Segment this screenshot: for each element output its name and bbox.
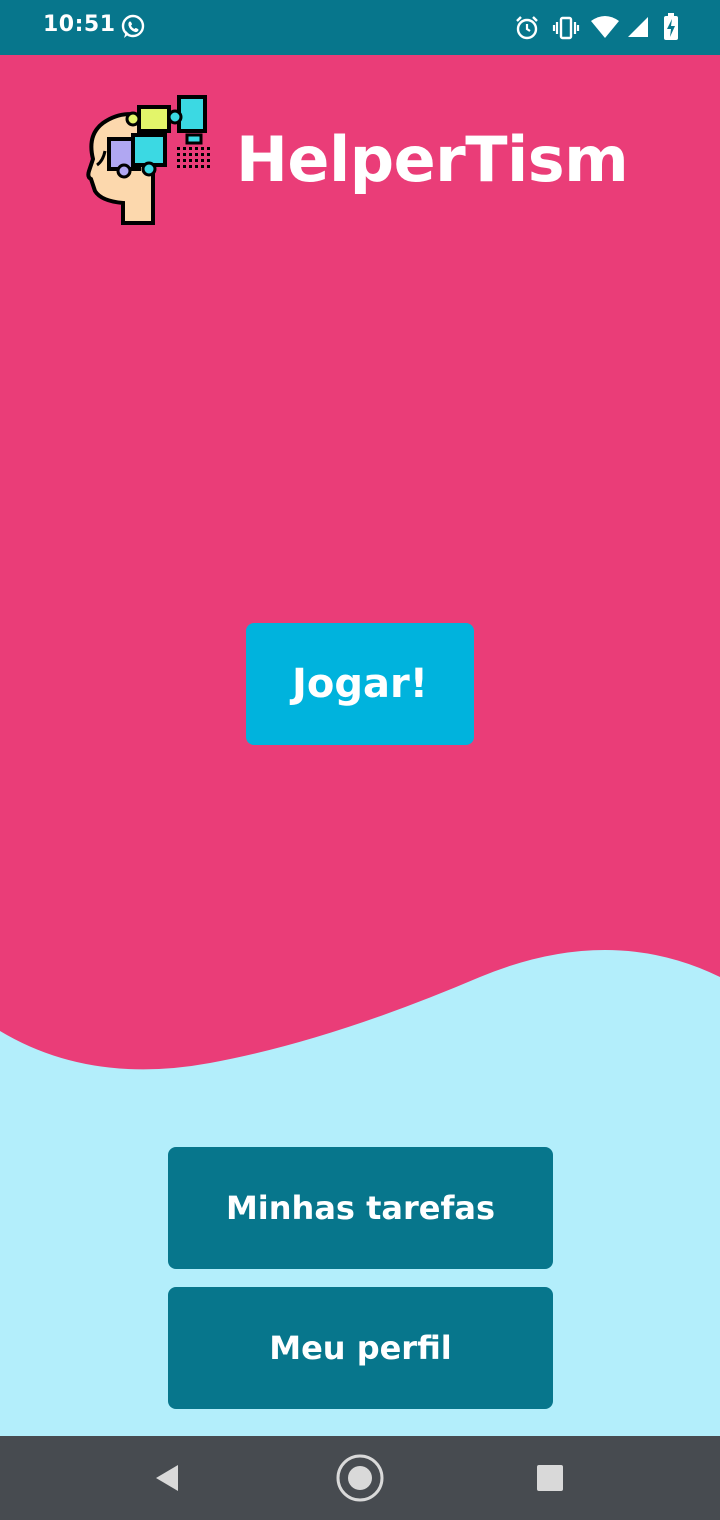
- vibrate-icon: [552, 16, 580, 40]
- app-title: HelperTism: [236, 123, 629, 196]
- whatsapp-icon: [121, 14, 145, 38]
- battery-charging-icon: [664, 13, 678, 40]
- navigation-bar: [0, 1436, 720, 1520]
- wifi-icon: [591, 16, 619, 38]
- play-button[interactable]: Jogar!: [246, 623, 474, 745]
- my-tasks-button[interactable]: Minhas tarefas: [168, 1147, 553, 1269]
- status-time: 10:51: [43, 12, 116, 37]
- home-icon[interactable]: [335, 1453, 385, 1503]
- signal-icon: [628, 17, 648, 37]
- head-puzzle-icon: [86, 95, 210, 225]
- main-screen: HelperTism Jogar! Minhas tarefas Meu per…: [0, 55, 720, 1436]
- status-bar: 10:51: [0, 0, 720, 55]
- my-profile-button[interactable]: Meu perfil: [168, 1287, 553, 1409]
- alarm-icon: [516, 16, 538, 40]
- app-header: HelperTism: [0, 55, 720, 275]
- recents-icon[interactable]: [536, 1464, 564, 1492]
- back-icon[interactable]: [152, 1463, 182, 1493]
